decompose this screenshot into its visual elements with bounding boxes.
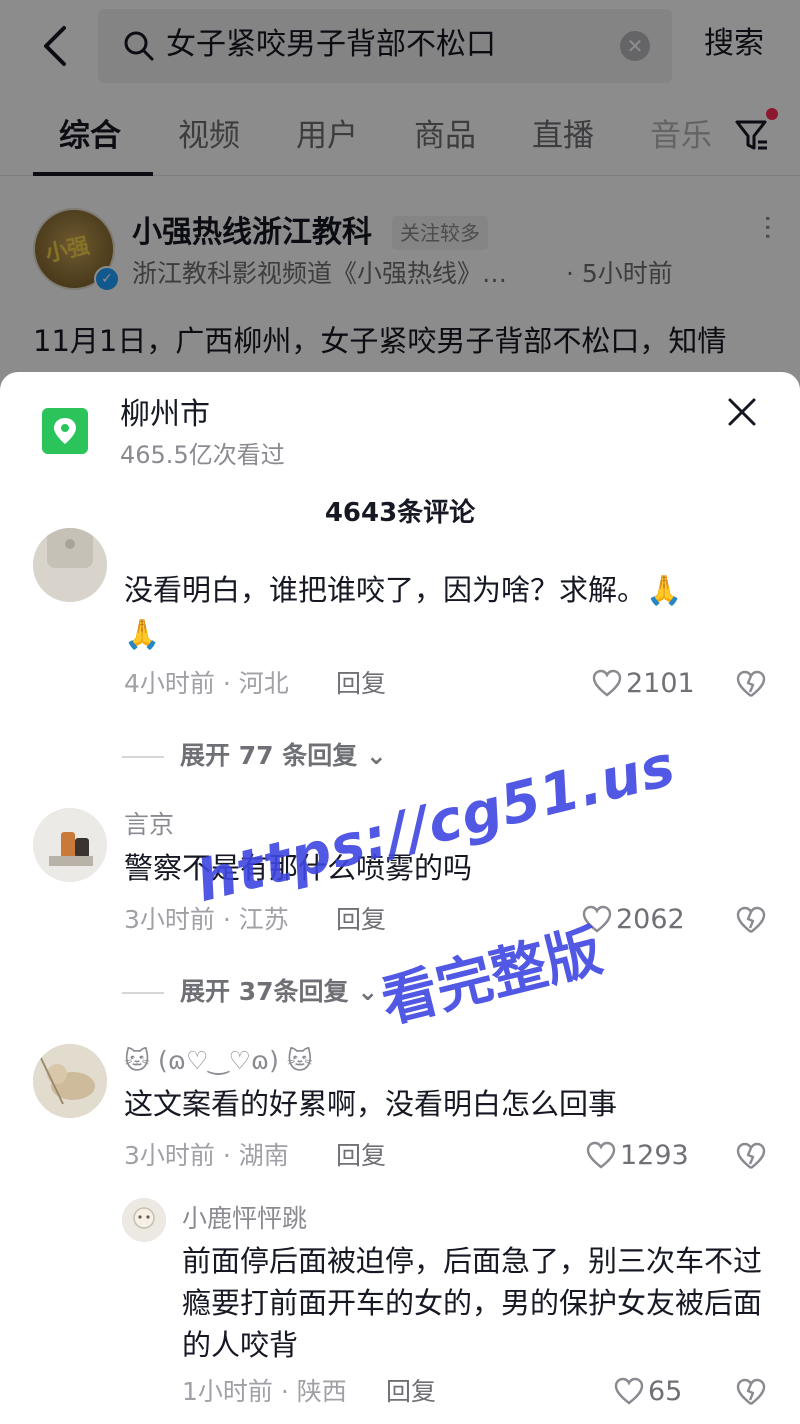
comment-text-continued[interactable]: 🙏 [124, 612, 160, 656]
reply-button[interactable]: 回复 [386, 1374, 436, 1410]
expand-replies[interactable]: 展开 77 条回复 ⌄ [122, 738, 387, 774]
comment-meta: 3小时前 · 湖南 [124, 1141, 289, 1170]
comment-count: 4643条评论 [324, 498, 476, 528]
dislike-icon[interactable] [736, 670, 766, 698]
like-button[interactable]: 2101 [592, 666, 695, 702]
expand-replies[interactable]: 展开 37条回复 ⌄ [122, 974, 378, 1010]
heart-icon [592, 669, 622, 697]
dislike-icon[interactable] [736, 906, 766, 934]
like-count: 2062 [616, 904, 685, 935]
comment-user[interactable]: 言京 [124, 808, 174, 842]
location-name[interactable]: 柳州市 [120, 394, 210, 436]
dislike-icon[interactable] [736, 1378, 766, 1406]
heart-icon [614, 1377, 644, 1405]
reply-button[interactable]: 回复 [336, 902, 386, 938]
comment-meta: 4小时前 · 河北 [124, 669, 289, 698]
location-icon [42, 408, 88, 454]
comment-user[interactable]: 🐱 (ɷ♡‿♡ɷ) 🐱 [124, 1044, 313, 1078]
comment-text[interactable]: 没看明白，谁把谁咬了，因为啥？求解。🙏 [124, 568, 682, 612]
location-views: 465.5亿次看过 [120, 441, 285, 469]
like-count: 65 [648, 1376, 683, 1407]
reply-button[interactable]: 回复 [336, 1138, 386, 1174]
comment-text[interactable]: 这文案看的好累啊，没看明白怎么回事 [124, 1082, 617, 1126]
like-count: 1293 [620, 1140, 689, 1171]
avatar[interactable] [33, 528, 107, 602]
reply-user[interactable]: 小鹿怦怦跳 [182, 1202, 307, 1236]
reply-text[interactable]: 前面停后面被迫停，后面急了，别三次车不过瘾要打前面开车的女的，男的保护女友被后面… [182, 1240, 762, 1366]
close-icon[interactable] [724, 394, 760, 430]
like-button[interactable]: 1293 [586, 1138, 689, 1174]
reply-meta: 1小时前 · 陕西 [182, 1377, 347, 1406]
avatar[interactable] [33, 1044, 107, 1118]
heart-icon [586, 1141, 616, 1169]
like-count: 2101 [626, 668, 695, 699]
dislike-icon[interactable] [736, 1142, 766, 1170]
comment-sheet: 柳州市 465.5亿次看过 4643条评论 没看明白，谁把谁咬了，因为啥？求解。… [0, 372, 800, 1424]
like-button[interactable]: 2062 [582, 902, 685, 938]
avatar[interactable] [122, 1198, 166, 1242]
like-button[interactable]: 65 [614, 1374, 682, 1410]
avatar[interactable] [33, 808, 107, 882]
reply-button[interactable]: 回复 [336, 666, 386, 702]
